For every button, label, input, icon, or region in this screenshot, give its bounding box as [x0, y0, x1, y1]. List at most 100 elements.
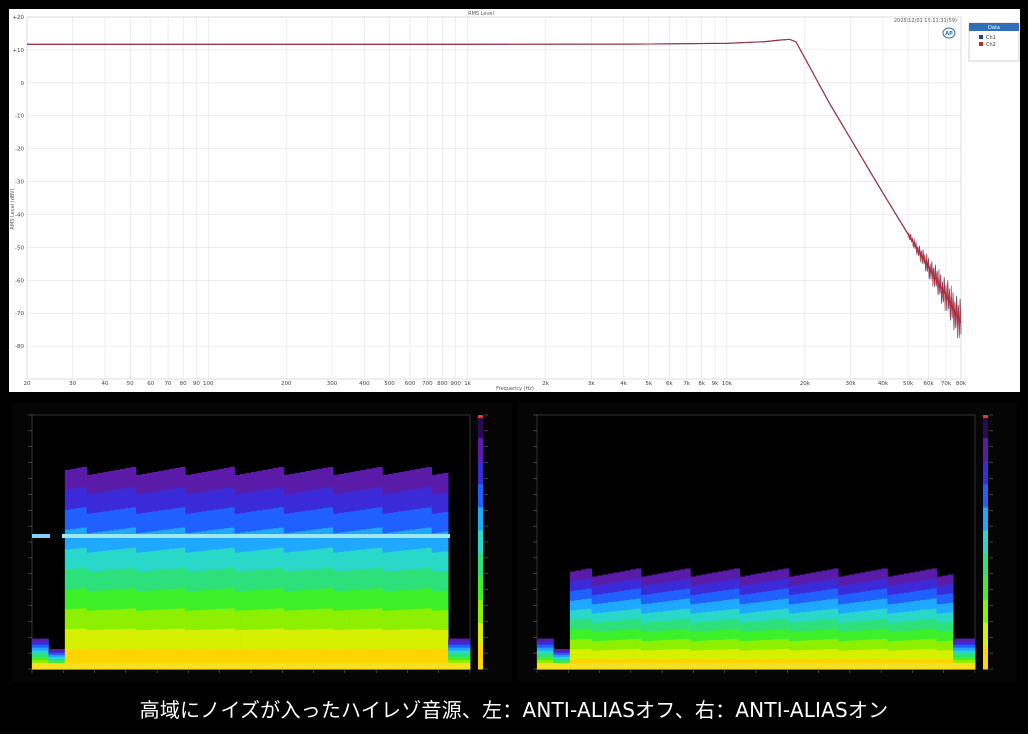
- spectrogram-cell: [613, 620, 620, 631]
- spectrogram-cell: [168, 608, 175, 630]
- spectrogram-cell: [196, 590, 203, 611]
- spectrogram-cell: [393, 512, 400, 533]
- spectrogram-cell: [174, 467, 181, 489]
- spectrogram-plot-right: [517, 403, 1017, 681]
- spectrogram-cell: [245, 570, 252, 592]
- spectrogram-cell: [218, 528, 225, 550]
- spectrogram-cell: [947, 631, 954, 642]
- spectrogram-cell: [887, 650, 894, 661]
- spectrogram-cell: [333, 610, 340, 631]
- spectrogram-cell: [925, 589, 932, 600]
- spectrogram-cell: [903, 611, 910, 622]
- spectrogram-cell: [586, 618, 593, 630]
- spectrogram-cell: [114, 529, 121, 551]
- spectrogram-cell: [344, 570, 350, 592]
- spectrogram-cell: [624, 590, 631, 601]
- spectrogram-cell: [903, 573, 910, 584]
- spectrogram-cell: [903, 621, 910, 632]
- spectrogram-cell: [783, 608, 790, 620]
- spectrogram-cell: [690, 585, 697, 596]
- spectrogram-cell: [920, 609, 927, 621]
- spectrogram-cell: [903, 583, 910, 594]
- spectrogram-cell: [608, 592, 615, 603]
- spectrogram-cell: [591, 594, 598, 605]
- spectrogram-cell: [673, 590, 680, 601]
- spectrogram-cell: [668, 620, 675, 631]
- spectrogram-cell: [695, 594, 702, 605]
- spectrogram-cell: [783, 578, 790, 590]
- frequency-response-chart: RMS Level 2025/12/01 15:11:31(59) +20 +10…: [9, 9, 1020, 392]
- spectrogram-cell: [404, 470, 411, 492]
- spectrogram-cell: [723, 619, 730, 631]
- spectrogram-cell: [387, 629, 394, 651]
- spectrogram-cell: [196, 492, 203, 513]
- legend-entry-ch1[interactable]: Ch1: [986, 35, 996, 41]
- spectrogram-cell: [854, 583, 861, 594]
- spectrogram-cell: [881, 628, 888, 640]
- spectrogram-cell: [261, 569, 268, 590]
- spectrogram-cell: [942, 575, 949, 586]
- spectrogram-cell: [706, 630, 713, 641]
- spectrogram-cell: [218, 508, 225, 530]
- spectrogram-cell: [218, 628, 225, 650]
- spectrogram-cell: [728, 579, 735, 590]
- spectrogram-cell: [179, 608, 186, 630]
- spectrogram-cell: [119, 588, 126, 610]
- spectrogram-cell: [788, 613, 795, 624]
- spectrogram-cell: [376, 588, 383, 609]
- legend-entry-ch2[interactable]: Ch2: [986, 42, 996, 48]
- spectrogram-cell: [898, 650, 905, 661]
- spectrogram-cell: [832, 568, 839, 580]
- spectrogram-cell: [114, 609, 121, 630]
- spectrogram-cell: [706, 649, 713, 661]
- series-lines: [27, 38, 962, 339]
- spectrogram-cell: [838, 613, 845, 624]
- spectrogram-cell: [333, 552, 340, 573]
- spectrogram-cell: [788, 585, 795, 596]
- spectrogram-cell: [827, 649, 834, 660]
- spectrogram-cell: [300, 590, 307, 611]
- spectrogram-cell: [283, 474, 290, 495]
- spectrogram-cell: [646, 622, 653, 633]
- spectrogram-cell: [920, 649, 927, 660]
- spectrogram-cell: [426, 547, 433, 569]
- spectrogram-cell: [119, 488, 126, 510]
- spectrogram-cell: [146, 551, 153, 572]
- legend[interactable]: Data Ch1 Ch2: [968, 22, 1020, 62]
- spectrogram-cell: [925, 609, 932, 620]
- spectrogram-cell: [103, 570, 110, 591]
- spectrogram-cell: [673, 570, 680, 581]
- spectrogram-cell: [821, 639, 828, 650]
- spectrogram-cell: [409, 549, 416, 571]
- spectrogram-cell: [300, 471, 307, 493]
- spectrogram-cell: [805, 583, 812, 594]
- spectrogram-cell: [936, 585, 943, 596]
- spectrogram-cell: [613, 640, 620, 651]
- spectrogram-cell: [777, 639, 784, 650]
- plot-frame: [26, 16, 962, 380]
- spectrogram-cell: [728, 569, 735, 581]
- x-tick-label: 600: [405, 381, 416, 387]
- spectrogram-cell: [371, 608, 378, 630]
- spectrogram-cell: [608, 640, 615, 651]
- spectrogram-cell: [267, 628, 274, 650]
- spectrogram-cell: [278, 567, 285, 589]
- spectrogram-cell: [218, 468, 225, 490]
- spectrogram-cell: [613, 649, 620, 660]
- spectrogram-cell: [892, 575, 899, 586]
- spectrogram-cell: [849, 621, 855, 632]
- spectrogram-cell: [179, 588, 186, 609]
- spectrogram-cell: [174, 628, 181, 650]
- spectrogram-cell: [426, 466, 433, 488]
- spectrogram-cell: [223, 487, 230, 509]
- spectrogram-cell: [234, 610, 241, 631]
- spectrogram-cell: [234, 474, 241, 495]
- colour-scale-segment: [983, 530, 988, 555]
- spectrogram-cell: [870, 570, 877, 581]
- spectrogram-cell: [575, 639, 582, 650]
- spectrogram-cell: [860, 620, 866, 631]
- spectrogram-cell: [766, 649, 773, 660]
- spectrogram-cell: [365, 628, 372, 650]
- spectrogram-cell: [843, 640, 850, 651]
- spectrogram-cell: [426, 608, 433, 630]
